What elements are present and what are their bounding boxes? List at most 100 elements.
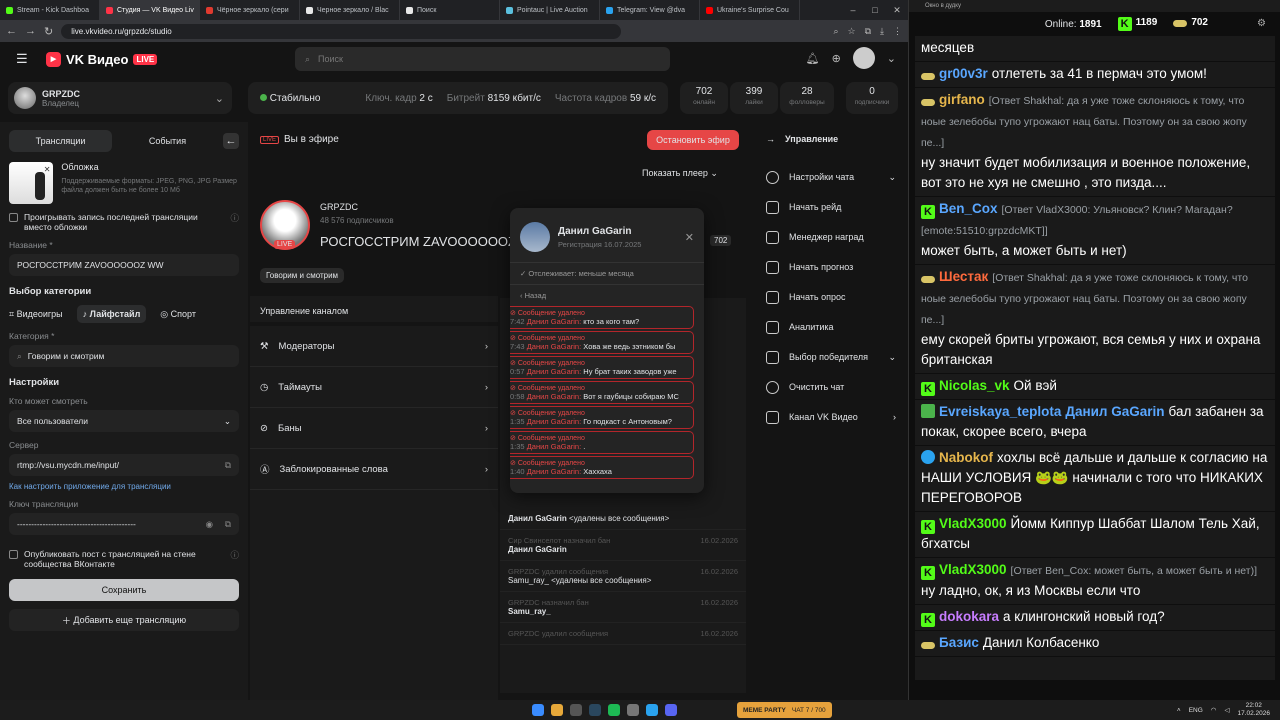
spotify-icon[interactable]	[608, 704, 620, 716]
hamburger-icon[interactable]: ☰	[16, 51, 28, 67]
chat-nick[interactable]: Nabokof	[939, 450, 993, 465]
manage-header[interactable]: → Управление	[756, 122, 906, 156]
chat-nick[interactable]: Ben_Cox	[939, 201, 998, 216]
category-chip[interactable]: Говорим и смотрим	[260, 268, 345, 283]
zoom-icon[interactable]: ⌕	[833, 26, 838, 37]
close-icon[interactable]: ✕	[685, 231, 694, 244]
nav-vk-channel[interactable]: Канал VK Видео ›	[756, 402, 906, 432]
show-player-button[interactable]: Показать плеер ⌄	[642, 168, 718, 179]
server-input[interactable]: rtmp://vsu.mycdn.me/input/ ⧉	[9, 454, 239, 476]
browser-tab[interactable]: Telegram: View @dva	[600, 0, 700, 20]
cover-image[interactable]: ✕	[9, 162, 54, 204]
popup-back[interactable]: ‹ Назад	[510, 284, 704, 306]
title-input[interactable]: РОСГОССТРИМ ZAVOOOOOOZ WW	[9, 254, 239, 276]
nav-poll[interactable]: Начать опрос	[756, 282, 906, 312]
minimize-icon[interactable]: –	[842, 0, 864, 20]
menu-dots-icon[interactable]: ⋮	[893, 26, 902, 37]
checkbox-box[interactable]	[9, 550, 18, 559]
cat-lifestyle[interactable]: ♪ Лайфстайл	[76, 305, 147, 323]
chat-nick[interactable]: gr00v3r	[939, 66, 988, 81]
tab-streams[interactable]: Трансляции	[9, 130, 112, 152]
add-stream-button[interactable]: ＋ Добавить еще трансляцию	[9, 609, 239, 631]
windows-start-icon[interactable]	[532, 704, 544, 716]
howto-link[interactable]: Как настроить приложение для трансляции	[9, 482, 239, 491]
star-icon[interactable]: ☆	[848, 26, 856, 37]
volume-icon[interactable]: ◁	[1224, 706, 1229, 714]
browser-tab[interactable]: Ukraine's Surprise Cou	[700, 0, 800, 20]
browser-tab[interactable]: Pointauc | Live Auction	[500, 0, 600, 20]
avatar[interactable]	[852, 47, 875, 69]
obs-icon[interactable]	[627, 704, 639, 716]
bell-icon[interactable]: 🔔︎	[806, 52, 820, 65]
chrome-icon[interactable]	[551, 704, 563, 716]
url-input[interactable]: live.vkvideo.ru/grpzdc/studio	[61, 23, 622, 39]
bans-row[interactable]: ⊘ Баны ›	[250, 408, 498, 449]
search-input[interactable]: ⌕ Поиск	[295, 47, 670, 71]
chat-nick[interactable]: dokokara	[939, 609, 999, 624]
puzzle-icon[interactable]: ⧉	[865, 26, 871, 37]
chat-nick[interactable]: girfano	[939, 92, 985, 107]
copy-icon[interactable]: ⧉	[225, 519, 231, 530]
collapse-icon[interactable]: ←	[223, 133, 239, 149]
telegram-icon[interactable]	[646, 704, 658, 716]
add-icon[interactable]: ⊕	[832, 52, 841, 65]
nav-rewards[interactable]: Менеджер наград	[756, 222, 906, 252]
stream-key-input[interactable]: ----------------------------------------…	[9, 513, 239, 535]
nav-analytics[interactable]: Аналитика	[756, 312, 906, 342]
wifi-icon[interactable]: ◠	[1211, 706, 1217, 714]
nav-winner[interactable]: Выбор победителя ⌄	[756, 342, 906, 372]
meme-party-widget[interactable]: MEME PARTY ЧАТ 7 / 700	[737, 702, 832, 718]
replay-checkbox[interactable]: Проигрывать запись последней трансляции …	[9, 212, 239, 232]
chat-nick[interactable]: VladX3000	[939, 562, 1007, 577]
channel-card[interactable]: GRPZDC Владелец ⌄	[8, 82, 232, 114]
stop-stream-button[interactable]: Остановить эфир	[647, 130, 739, 150]
copy-icon[interactable]: ⧉	[225, 460, 231, 471]
cat-sport[interactable]: ◎ Спорт	[160, 309, 196, 320]
settings-icon[interactable]: ⚙	[1257, 18, 1266, 29]
chevron-down-icon[interactable]: ⌄	[215, 92, 224, 105]
browser-tab[interactable]: Черное зеркало / Blac	[300, 0, 400, 20]
tab-events[interactable]: События	[116, 130, 219, 152]
chat-nick[interactable]: Шестак	[939, 269, 988, 284]
nav-chat-settings[interactable]: Настройки чата ⌄	[756, 162, 906, 192]
who-select[interactable]: Все пользователи ⌄	[9, 410, 239, 432]
chat-nick[interactable]: VladX3000	[939, 516, 1007, 531]
chevron-up-icon[interactable]: ˄	[1177, 707, 1181, 714]
folder-icon[interactable]	[570, 704, 582, 716]
nav-prediction[interactable]: Начать прогноз	[756, 252, 906, 282]
chat-nick[interactable]: Данил GaGarin	[1065, 404, 1164, 419]
maximize-icon[interactable]: □	[864, 0, 886, 20]
deleted-icon: ⊘	[510, 385, 518, 392]
category-input[interactable]: ⌕ Говорим и смотрим	[9, 345, 239, 367]
forward-icon[interactable]: →	[25, 25, 36, 37]
nav-clear-chat[interactable]: Очистить чат	[756, 372, 906, 402]
save-button[interactable]: Сохранить	[9, 579, 239, 601]
lang-indicator[interactable]: ENG	[1189, 707, 1203, 714]
browser-tab[interactable]: Stream - Kick Dashboa	[0, 0, 100, 20]
chat-nick[interactable]: Базис	[939, 635, 979, 650]
close-icon[interactable]: ✕	[886, 0, 908, 20]
publish-checkbox[interactable]: Опубликовать пост с трансляцией на стене…	[9, 549, 239, 569]
moderators-row[interactable]: ⚒ Модераторы ›	[250, 326, 498, 367]
discord-icon[interactable]	[665, 704, 677, 716]
eye-icon[interactable]: ◉	[206, 519, 213, 530]
reload-icon[interactable]: ↻	[44, 25, 53, 38]
close-icon[interactable]: ✕	[44, 165, 51, 174]
chat-nick[interactable]: Evreiskaya_teplota	[939, 404, 1061, 419]
blocked-words-row[interactable]: Ⓐ Заблокированные слова ›	[250, 449, 498, 490]
chat-nick[interactable]: Nicolas_vk	[939, 378, 1010, 393]
info-icon[interactable]: ⓘ	[230, 212, 239, 224]
checkbox-box[interactable]	[9, 213, 18, 222]
back-icon[interactable]: ←	[6, 25, 17, 37]
cat-games[interactable]: ⌗ Видеоигры	[9, 309, 63, 320]
download-icon[interactable]: ⤓	[880, 26, 884, 37]
nav-raid[interactable]: Начать рейд	[756, 192, 906, 222]
timeouts-row[interactable]: ◷ Таймауты ›	[250, 367, 498, 408]
browser-tab[interactable]: Чёрное зеркало (сери	[200, 0, 300, 20]
chevron-down-icon[interactable]: ⌄	[887, 52, 896, 65]
steam-icon[interactable]	[589, 704, 601, 716]
info-icon[interactable]: ⓘ	[230, 549, 239, 561]
vk-logo[interactable]: ▶ VK Видео LIVE	[46, 51, 158, 67]
browser-tab[interactable]: Поиск	[400, 0, 500, 20]
browser-tab[interactable]: Студия — VK Видео Liv	[100, 0, 200, 20]
